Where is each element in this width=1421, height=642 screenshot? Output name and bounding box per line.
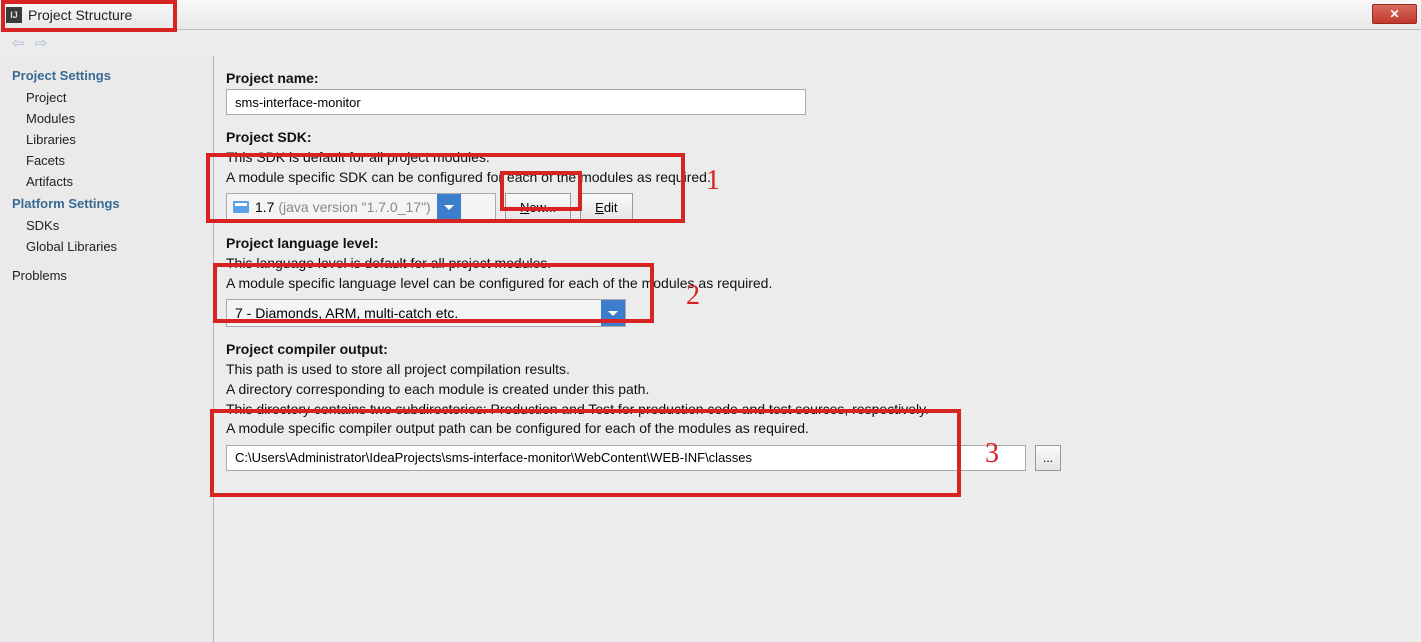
language-level-block: Project language level: This language le…	[226, 235, 1421, 327]
folder-icon	[233, 201, 249, 213]
chevron-down-icon	[437, 194, 461, 220]
sdk-desc-1: This SDK is default for all project modu…	[226, 148, 1421, 168]
project-name-block: Project name:	[226, 70, 1421, 115]
edit-sdk-button[interactable]: Edit	[580, 193, 632, 221]
sdk-version: 1.7	[255, 199, 274, 215]
sidebar-item-project[interactable]: Project	[0, 87, 213, 108]
sdk-desc-2: A module specific SDK can be configured …	[226, 168, 1421, 188]
nav-toolbar: ⇦ ⇨	[0, 30, 1421, 56]
project-name-input[interactable]	[226, 89, 806, 115]
output-desc-1: This path is used to store all project c…	[226, 360, 1421, 380]
sidebar-item-facets[interactable]: Facets	[0, 150, 213, 171]
compiler-output-input[interactable]	[226, 445, 1026, 471]
sidebar-item-problems[interactable]: Problems	[0, 265, 213, 286]
lang-desc-1: This language level is default for all p…	[226, 254, 1421, 274]
compiler-output-label: Project compiler output:	[226, 341, 1421, 357]
project-name-label: Project name:	[226, 70, 1421, 86]
output-desc-2: A directory corresponding to each module…	[226, 380, 1421, 400]
titlebar: IJ Project Structure ✕	[0, 0, 1421, 30]
output-desc-4: A module specific compiler output path c…	[226, 419, 1421, 439]
browse-button[interactable]: ...	[1035, 445, 1061, 471]
sidebar-item-global-libraries[interactable]: Global Libraries	[0, 236, 213, 257]
new-sdk-button[interactable]: New...	[505, 193, 571, 221]
language-level-combo[interactable]: 7 - Diamonds, ARM, multi-catch etc.	[226, 299, 626, 327]
sdk-combo[interactable]: 1.7 (java version "1.7.0_17")	[226, 193, 496, 221]
forward-icon[interactable]: ⇨	[35, 34, 48, 52]
project-sdk-label: Project SDK:	[226, 129, 1421, 145]
chevron-down-icon	[601, 300, 625, 326]
output-desc-3: This directory contains two subdirectori…	[226, 400, 1421, 420]
sidebar-item-modules[interactable]: Modules	[0, 108, 213, 129]
sidebar-item-libraries[interactable]: Libraries	[0, 129, 213, 150]
sidebar-item-artifacts[interactable]: Artifacts	[0, 171, 213, 192]
sidebar-heading-project-settings: Project Settings	[0, 64, 213, 87]
back-icon[interactable]: ⇦	[12, 34, 25, 52]
sdk-combo-text: 1.7 (java version "1.7.0_17")	[255, 199, 437, 215]
sidebar-item-sdks[interactable]: SDKs	[0, 215, 213, 236]
close-button[interactable]: ✕	[1372, 4, 1417, 24]
sdk-subversion: (java version "1.7.0_17")	[274, 199, 430, 215]
content-pane: Project name: Project SDK: This SDK is d…	[214, 56, 1421, 642]
compiler-output-block: Project compiler output: This path is us…	[226, 341, 1421, 470]
close-icon: ✕	[1389, 7, 1399, 21]
lang-desc-2: A module specific language level can be …	[226, 274, 1421, 294]
app-icon: IJ	[6, 7, 22, 23]
sidebar-heading-platform-settings: Platform Settings	[0, 192, 213, 215]
language-level-text: 7 - Diamonds, ARM, multi-catch etc.	[227, 305, 601, 321]
language-level-label: Project language level:	[226, 235, 1421, 251]
sidebar: Project Settings Project Modules Librari…	[0, 56, 214, 642]
project-sdk-block: Project SDK: This SDK is default for all…	[226, 129, 1421, 221]
window-title: Project Structure	[28, 7, 132, 23]
